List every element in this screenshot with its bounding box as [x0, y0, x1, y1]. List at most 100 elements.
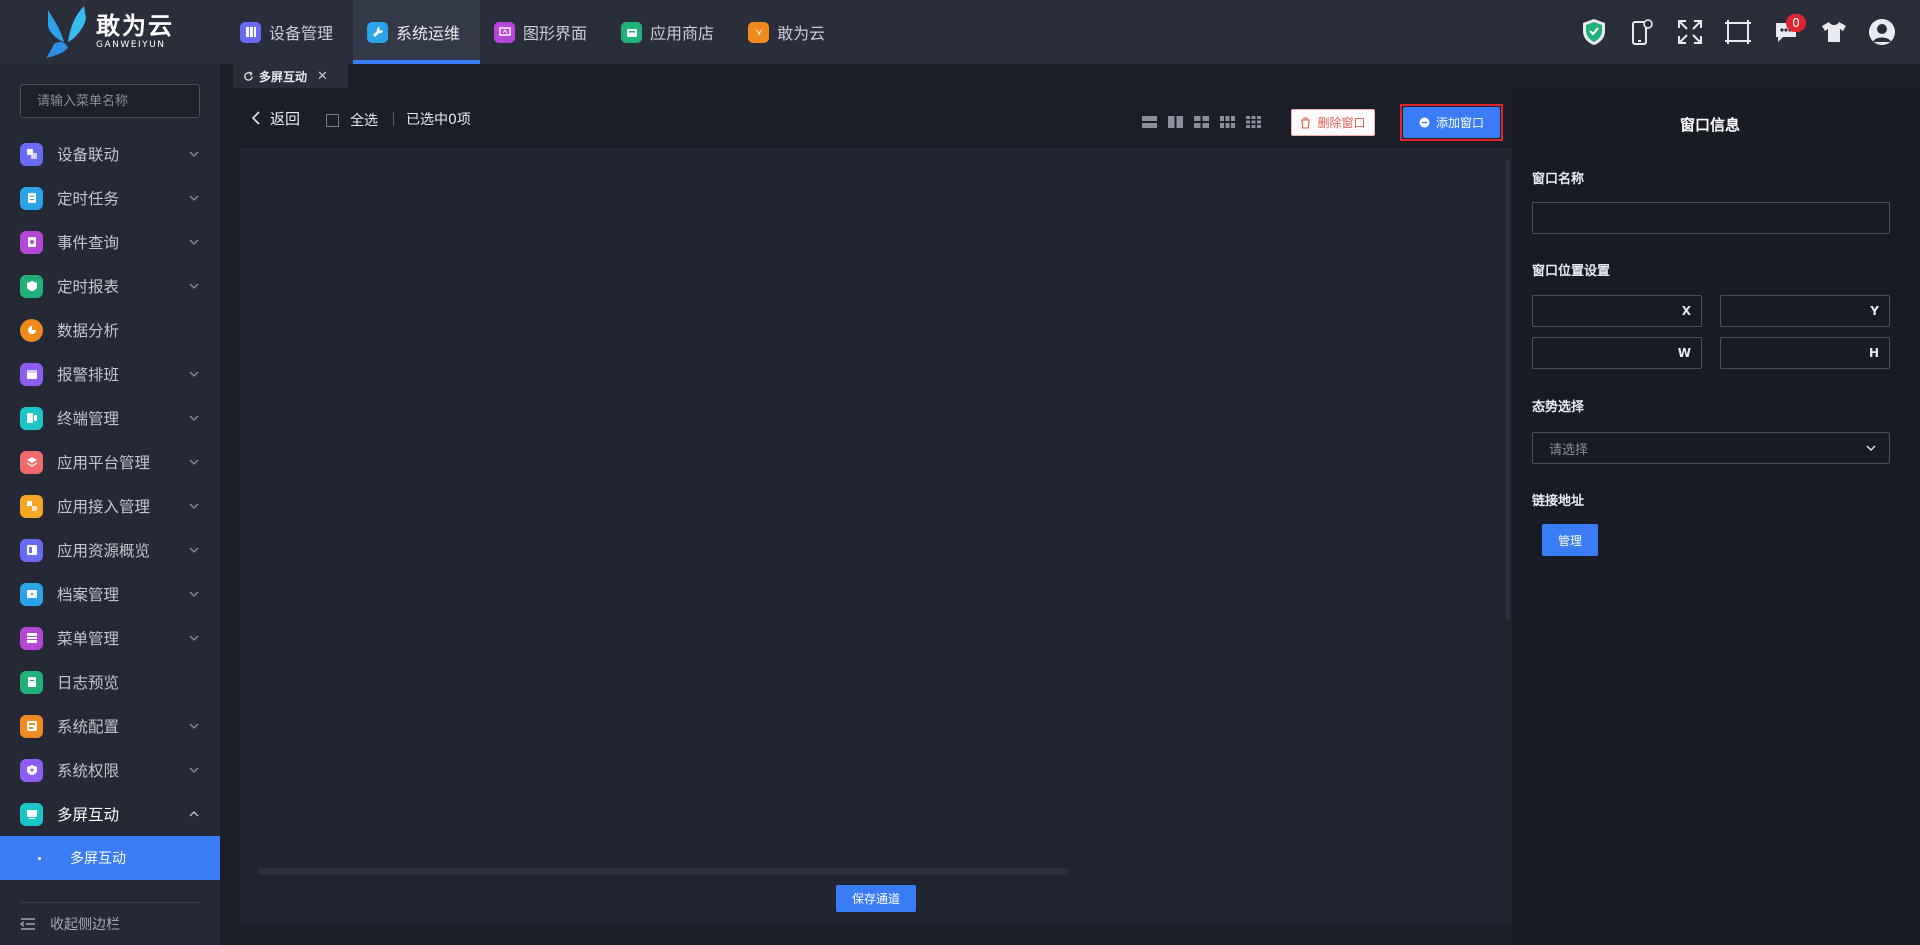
- brand-subtitle: GANWEIYUN: [96, 40, 166, 50]
- sidebar-item-multiscreen[interactable]: 多屏互动: [0, 792, 220, 836]
- size-w-input[interactable]: [1533, 338, 1673, 368]
- layout-3x2-icon[interactable]: [1220, 116, 1235, 128]
- close-icon[interactable]: ✕: [317, 69, 328, 84]
- vertical-scrollbar[interactable]: [1505, 160, 1510, 620]
- horizontal-scrollbar[interactable]: [258, 868, 1068, 875]
- sidebar-menu: 设备联动 定时任务 事件查询 定时报表 数据分析 报警排班 终端管理 应用平台管…: [0, 132, 220, 880]
- situation-label: 态势选择: [1532, 400, 1585, 415]
- link-address-label: 链接地址: [1532, 494, 1585, 509]
- add-window-button[interactable]: 添加窗口: [1403, 107, 1500, 138]
- sidebar-item-label: 系统权限: [57, 762, 120, 780]
- header-tools: 0: [1570, 0, 1906, 64]
- window-position-label: 窗口位置设置: [1532, 264, 1611, 279]
- chevron-left-icon: [252, 111, 260, 125]
- sidebar-item-label: 日志预览: [57, 674, 120, 692]
- workspace-toolbar: 返回 全选 已选中0项 删除窗口 添加窗口: [240, 88, 1512, 148]
- layout-3x3-icon[interactable]: [1246, 116, 1261, 128]
- sidebar-item-system-config[interactable]: 系统配置: [0, 704, 220, 748]
- fullscreen-button[interactable]: [1666, 8, 1714, 56]
- security-shield-button[interactable]: [1570, 8, 1618, 56]
- top-nav-system-ops[interactable]: 系统运维: [353, 0, 481, 64]
- layout-2x2-icon[interactable]: [1194, 116, 1209, 128]
- screen-canvas[interactable]: 保存通道: [240, 148, 1512, 925]
- sidebar: 设备联动 定时任务 事件查询 定时报表 数据分析 报警排班: [0, 64, 220, 945]
- refresh-icon[interactable]: [243, 70, 254, 82]
- sidebar-item-system-permissions[interactable]: 系统权限: [0, 748, 220, 792]
- select-all-checkbox[interactable]: 全选: [326, 110, 378, 130]
- layout-2-cols-icon[interactable]: [1168, 116, 1183, 128]
- event-icon: [20, 230, 43, 254]
- brand-logo[interactable]: 敢为云 GANWEIYUN: [40, 4, 190, 60]
- save-channel-button[interactable]: 保存通道: [836, 885, 916, 912]
- messages-button[interactable]: 0: [1762, 8, 1810, 56]
- sidebar-item-menu-management[interactable]: 菜单管理: [0, 616, 220, 660]
- top-nav-device-management[interactable]: 设备管理: [226, 0, 353, 64]
- menu-search-input[interactable]: [37, 93, 207, 109]
- linkage-icon: [20, 142, 43, 166]
- window-name-input[interactable]: [1532, 202, 1890, 234]
- sidebar-item-label: 报警排班: [57, 366, 120, 384]
- bullet-dot-icon: [38, 856, 41, 860]
- panel-title: 窗口信息: [1679, 116, 1740, 134]
- chevron-down-icon: [189, 459, 199, 465]
- log-icon: [20, 670, 43, 694]
- delete-window-button[interactable]: 删除窗口: [1291, 109, 1375, 136]
- back-label: 返回: [270, 109, 301, 128]
- menu-search-box[interactable]: [20, 84, 207, 118]
- top-nav-app-store[interactable]: 应用商店: [607, 0, 734, 64]
- add-window-label: 添加窗口: [1435, 116, 1484, 130]
- sidebar-item-app-resource-overview[interactable]: 应用资源概览: [0, 528, 220, 572]
- situation-placeholder: 请选择: [1549, 442, 1589, 458]
- size-h-input[interactable]: [1721, 338, 1861, 368]
- chevron-down-icon: [189, 151, 199, 157]
- tshirt-icon: [1822, 22, 1846, 42]
- sidebar-item-timed-tasks[interactable]: 定时任务: [0, 176, 220, 220]
- manage-link-button[interactable]: 管理: [1542, 524, 1598, 556]
- layout-2-rows-icon[interactable]: [1142, 116, 1157, 128]
- tab-multiscreen[interactable]: 多屏互动 ✕: [233, 64, 348, 88]
- sidebar-item-data-analysis[interactable]: 数据分析: [0, 308, 220, 352]
- mobile-settings-button[interactable]: [1618, 8, 1666, 56]
- terminal-icon: [20, 406, 43, 430]
- size-h-field[interactable]: H: [1720, 337, 1890, 369]
- sidebar-item-archive-management[interactable]: 档案管理: [0, 572, 220, 616]
- h-suffix: H: [1868, 346, 1879, 360]
- delete-window-label: 删除窗口: [1317, 116, 1366, 130]
- device-icon: [240, 21, 261, 43]
- top-nav-label: 应用商店: [650, 24, 715, 43]
- position-y-field[interactable]: Y: [1720, 295, 1890, 327]
- theme-skin-button[interactable]: [1810, 8, 1858, 56]
- sidebar-item-log-preview[interactable]: 日志预览: [0, 660, 220, 704]
- back-button[interactable]: 返回: [252, 106, 300, 130]
- chevron-down-icon: [189, 371, 199, 377]
- submenu-item-multiscreen[interactable]: 多屏互动: [0, 836, 220, 880]
- position-x-field[interactable]: X: [1532, 295, 1702, 327]
- top-nav: 设备管理 系统运维 图形界面 应用商店 敢为云: [226, 0, 845, 64]
- window-name-label: 窗口名称: [1532, 172, 1585, 187]
- sidebar-item-device-linkage[interactable]: 设备联动: [0, 132, 220, 176]
- report-icon: [20, 274, 43, 298]
- size-w-field[interactable]: W: [1532, 337, 1702, 369]
- layout-switcher: [1142, 116, 1272, 128]
- checkbox-box[interactable]: [326, 113, 339, 127]
- sidebar-item-app-access-management[interactable]: 应用接入管理: [0, 484, 220, 528]
- brand-name: 敢为云: [96, 12, 174, 40]
- top-nav-ganweiyun[interactable]: 敢为云: [734, 0, 845, 64]
- sidebar-item-timed-reports[interactable]: 定时报表: [0, 264, 220, 308]
- fullscreen-icon: [1678, 20, 1702, 44]
- position-x-input[interactable]: [1533, 296, 1673, 326]
- sidebar-item-label: 多屏互动: [57, 806, 120, 824]
- multiscreen-icon: [20, 802, 43, 826]
- top-nav-graphic-ui[interactable]: 图形界面: [480, 0, 607, 64]
- situation-select[interactable]: 请选择: [1532, 432, 1890, 464]
- y-suffix: Y: [1870, 304, 1879, 318]
- position-y-input[interactable]: [1721, 296, 1861, 326]
- sidebar-item-alarm-schedule[interactable]: 报警排班: [0, 352, 220, 396]
- sidebar-item-terminal-management[interactable]: 终端管理: [0, 396, 220, 440]
- user-avatar-button[interactable]: [1858, 8, 1906, 56]
- collapse-sidebar-button[interactable]: 收起侧边栏: [20, 902, 200, 945]
- sidebar-item-event-query[interactable]: 事件查询: [0, 220, 220, 264]
- screenshot-frame-button[interactable]: [1714, 8, 1762, 56]
- access-icon: [20, 494, 43, 518]
- sidebar-item-app-platform-management[interactable]: 应用平台管理: [0, 440, 220, 484]
